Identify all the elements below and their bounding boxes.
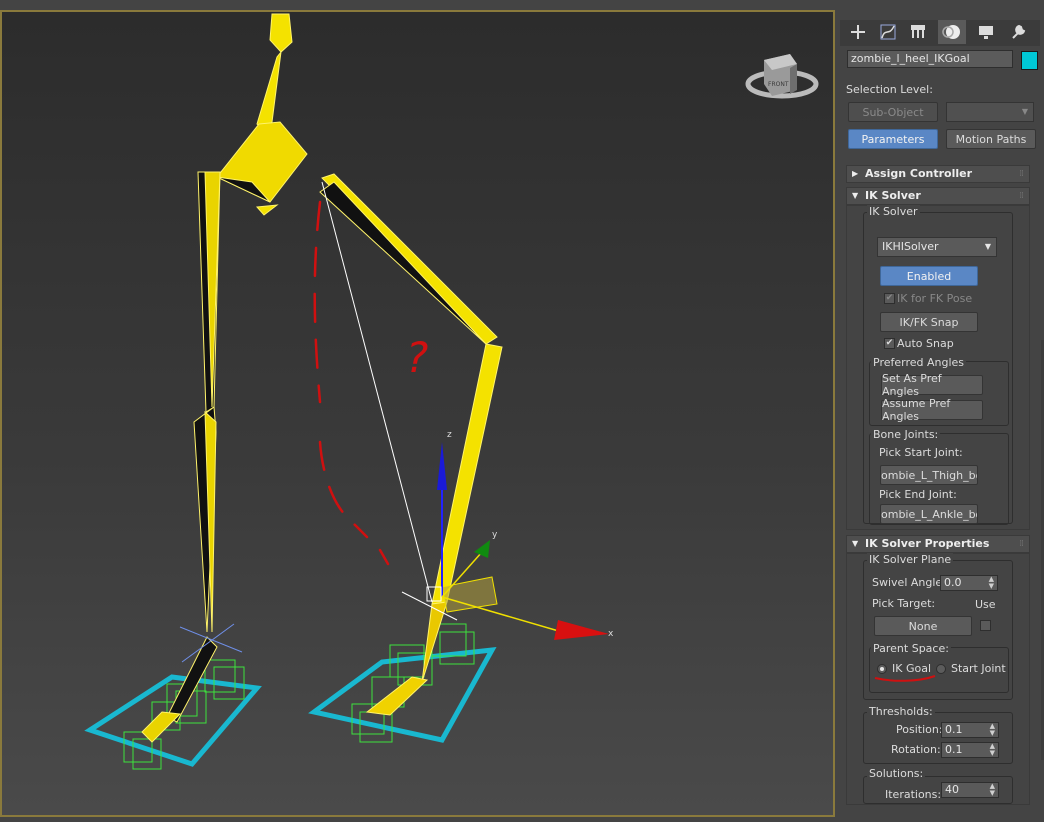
rotation-label: Rotation:	[891, 743, 941, 756]
thresholds-title: Thresholds:	[867, 705, 935, 718]
sub-object-button[interactable]: Sub-Object	[848, 102, 938, 122]
enabled-button[interactable]: Enabled	[880, 266, 978, 286]
start-joint-label: Start Joint	[951, 662, 1006, 675]
expanded-arrow-icon: ▼	[852, 191, 859, 200]
ik-solver-group-title: IK Solver	[867, 205, 920, 218]
collapsed-arrow-icon: ▶	[852, 169, 859, 178]
swivel-angle-spinner[interactable]: 0.0 ▲ ▼	[940, 575, 998, 591]
grip-icon: ⁞⁞	[1019, 191, 1024, 201]
ik-solver-body: IK Solver IKHISolver ▼ Enabled ✔ IK for …	[846, 205, 1030, 530]
spinner-arrows-icon: ▲ ▼	[989, 782, 995, 797]
solver-type-dropdown[interactable]: IKHISolver ▼	[877, 237, 997, 257]
create-tab[interactable]	[844, 20, 872, 44]
start-joint-button[interactable]: ombie_L_Thigh_bon	[880, 465, 978, 485]
axis-y-label: y	[492, 530, 498, 540]
ik-solver-properties-title: IK Solver Properties	[865, 537, 990, 550]
hierarchy-icon	[911, 25, 925, 38]
utilities-tab[interactable]	[1004, 20, 1032, 44]
modify-curve-icon	[880, 24, 896, 40]
swivel-angle-value: 0.0	[944, 576, 962, 589]
ik-solver-properties-rollout[interactable]: ▼ IK Solver Properties ⁞⁞	[846, 535, 1030, 553]
expanded-arrow-icon: ▼	[852, 539, 859, 548]
monitor-icon	[979, 26, 993, 39]
auto-snap-checkbox[interactable]: ✔	[884, 338, 895, 349]
iterations-label: Iterations:	[885, 788, 942, 801]
hierarchy-tab[interactable]	[904, 20, 932, 44]
ik-solver-title: IK Solver	[865, 189, 921, 202]
set-pref-angles-button[interactable]: Set As Pref Angles	[881, 372, 983, 398]
auto-snap-label: Auto Snap	[897, 337, 954, 350]
axis-x-label: x	[608, 629, 614, 639]
plus-icon	[851, 25, 865, 39]
position-spinner[interactable]: 0.1 ▲ ▼	[941, 722, 999, 738]
pick-target-button[interactable]: None	[874, 616, 972, 636]
end-joint-button[interactable]: ombie_L_Ankle_bon	[880, 504, 978, 524]
scene-canvas[interactable]: ? z y x FRONT	[2, 12, 833, 815]
ik-solver-plane-title: IK Solver Plane	[867, 553, 954, 566]
ik-solver-properties-body: IK Solver Plane Swivel Angle: 0.0 ▲ ▼ Pic…	[846, 553, 1030, 805]
assume-pref-angles-button[interactable]: Assume Pref Angles	[881, 397, 983, 423]
pick-end-joint-label: Pick End Joint:	[879, 488, 957, 501]
solutions-title: Solutions:	[867, 767, 926, 780]
start-joint-radio[interactable]	[936, 664, 946, 674]
parameters-button[interactable]: Parameters	[848, 129, 938, 149]
iterations-spinner[interactable]: 40 ▲ ▼	[941, 782, 999, 798]
spinner-arrows-icon: ▲ ▼	[989, 722, 995, 737]
red-annotation-curve	[313, 200, 390, 566]
wrench-icon	[1012, 24, 1026, 39]
axis-z-label: z	[447, 430, 452, 440]
position-label: Position:	[896, 723, 943, 736]
position-value: 0.1	[945, 723, 963, 736]
motion-icon	[942, 25, 960, 39]
bone-joints-title: Bone Joints:	[871, 428, 941, 441]
right-leg-bones[interactable]	[141, 13, 308, 743]
chevron-down-icon: ▼	[1021, 107, 1028, 116]
rotation-spinner[interactable]: 0.1 ▲ ▼	[941, 742, 999, 758]
grip-icon: ⁞⁞	[1019, 169, 1024, 179]
assign-controller-title: Assign Controller	[865, 167, 973, 180]
spinner-arrows-icon: ▲ ▼	[988, 575, 994, 590]
red-underline-annotation	[874, 675, 936, 682]
assign-controller-rollout[interactable]: ▶ Assign Controller ⁞⁞	[846, 165, 1030, 183]
chevron-down-icon: ▼	[984, 242, 991, 251]
pick-start-joint-label: Pick Start Joint:	[879, 446, 963, 459]
iterations-value: 40	[945, 783, 959, 796]
motion-tab[interactable]	[938, 20, 966, 44]
viewcube[interactable]: FRONT	[745, 54, 819, 99]
ik-for-fk-label: IK for FK Pose	[897, 292, 973, 305]
ik-for-fk-checkbox[interactable]: ✔	[884, 293, 895, 304]
spinner-arrows-icon: ▲ ▼	[989, 742, 995, 757]
question-mark-annotation: ?	[406, 333, 428, 382]
preferred-angles-title: Preferred Angles	[871, 356, 967, 369]
perspective-viewport[interactable]: ? z y x FRONT	[0, 10, 835, 817]
object-color-swatch[interactable]	[1021, 51, 1038, 70]
motion-paths-button[interactable]: Motion Paths	[946, 129, 1036, 149]
display-tab[interactable]	[972, 20, 1000, 44]
pick-target-label: Pick Target:	[872, 597, 936, 610]
selection-level-label: Selection Level:	[846, 83, 933, 96]
command-panel-tabs	[840, 20, 1040, 46]
rotation-value: 0.1	[945, 743, 963, 756]
use-label: Use	[975, 598, 996, 611]
command-panel: zombie_l_heel_IKGoal Selection Level: Su…	[838, 10, 1044, 822]
left-leg-bones[interactable]	[319, 173, 503, 716]
modify-tab[interactable]	[874, 20, 902, 44]
viewcube-front-label: FRONT	[768, 81, 789, 88]
use-target-checkbox[interactable]	[980, 620, 991, 631]
solver-type-value: IKHISolver	[882, 240, 939, 253]
swivel-angle-label: Swivel Angle:	[872, 576, 946, 589]
sub-object-dropdown[interactable]: ▼	[946, 102, 1034, 122]
ik-fk-snap-button[interactable]: IK/FK Snap	[880, 312, 978, 332]
parent-space-title: Parent Space:	[871, 642, 951, 655]
object-name-field[interactable]: zombie_l_heel_IKGoal	[847, 50, 1013, 68]
ik-solver-rollout[interactable]: ▼ IK Solver ⁞⁞	[846, 187, 1030, 205]
grip-icon: ⁞⁞	[1019, 539, 1024, 549]
